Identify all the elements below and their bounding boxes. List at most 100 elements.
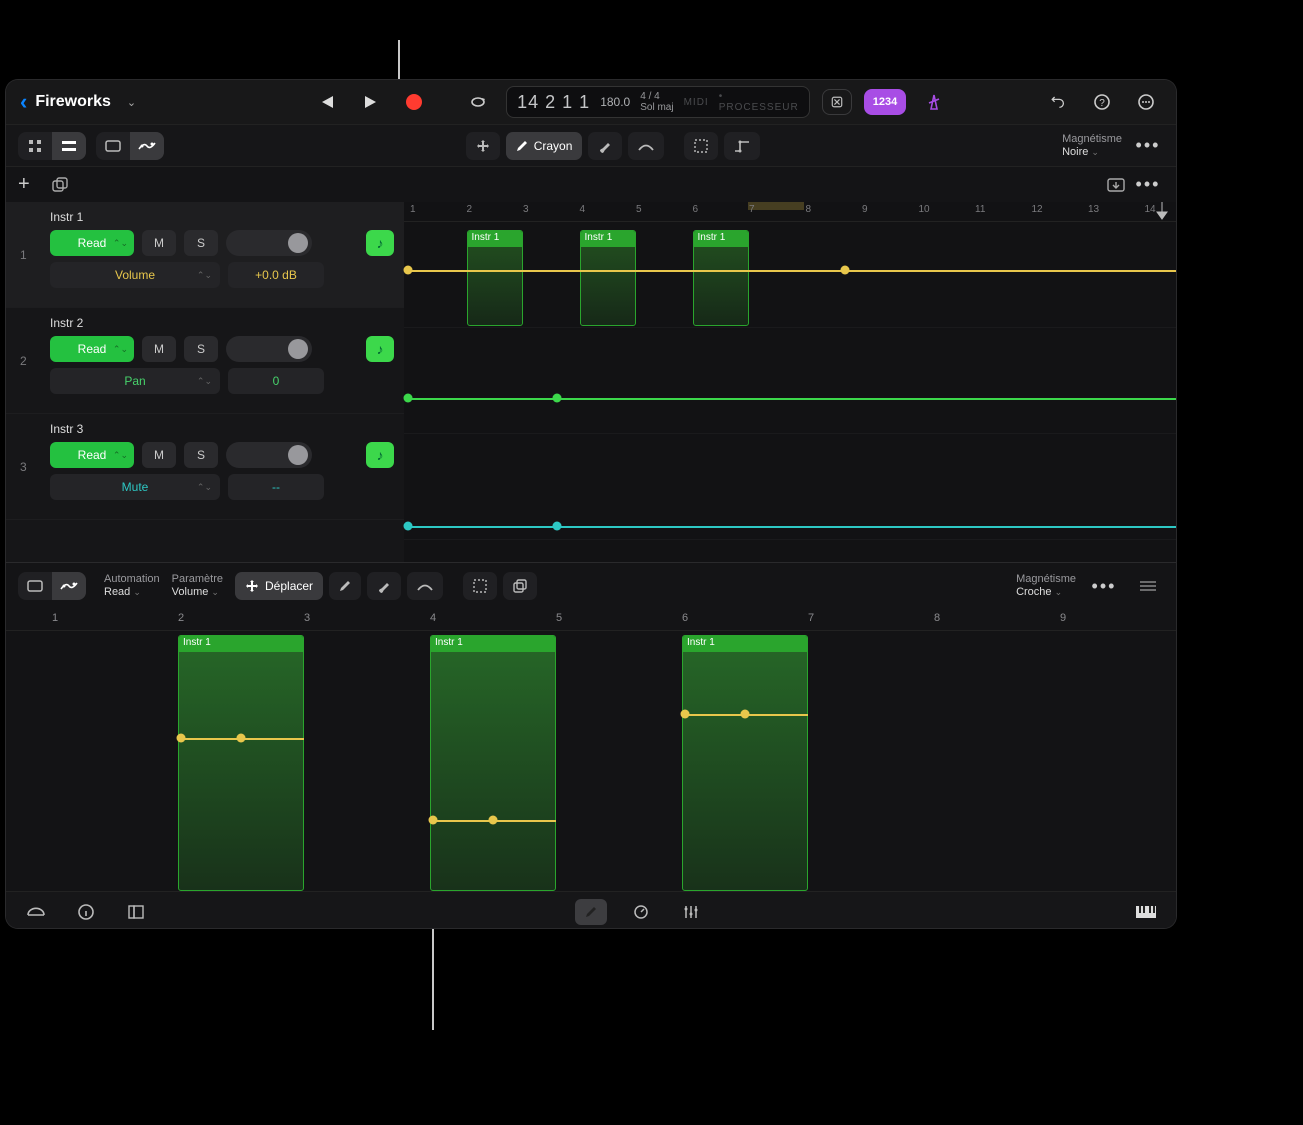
editor-param-select[interactable]: Paramètre Volume ⌄ [172, 573, 223, 599]
solo-button[interactable]: S [184, 336, 218, 362]
play-button[interactable] [354, 88, 386, 116]
move-tool[interactable] [466, 132, 500, 160]
editor-automation-select[interactable]: Automation Read ⌄ [104, 573, 160, 599]
editor-ruler[interactable]: 123456789 [6, 609, 1176, 631]
automation-mode-button[interactable]: Read⌃⌄ [50, 336, 134, 362]
editor-automation-point[interactable] [237, 734, 246, 743]
arrange-lane-2[interactable] [404, 328, 1176, 434]
project-menu-chevron-icon[interactable]: ⌄ [127, 96, 136, 109]
lcd-display[interactable]: 14 2 1 1 180.0 4 / 4 Sol maj MIDI •PROCE… [506, 86, 810, 118]
editor-curve-tool[interactable] [407, 572, 443, 600]
replace-button[interactable] [822, 89, 852, 115]
library-button[interactable] [120, 899, 152, 925]
automation-param-select[interactable]: Mute⌃⌄ [50, 474, 220, 500]
cycle-button[interactable] [462, 88, 494, 116]
automation-param-value[interactable]: -- [228, 474, 324, 500]
track-1[interactable]: 1 Instr 1 Read⌃⌄ M S Volume⌃⌄ +0.0 dB ♪ [6, 202, 404, 308]
automation-point[interactable] [404, 522, 413, 531]
keyboard-button[interactable] [1130, 899, 1162, 925]
editor-automation-point[interactable] [177, 734, 186, 743]
back-button[interactable]: ‹ [20, 89, 27, 115]
region-view-button[interactable] [96, 132, 130, 160]
instrument-icon[interactable]: ♪ [366, 230, 394, 256]
arrange-lanes[interactable]: Instr 1 Instr 1 Instr 1 [404, 222, 1176, 540]
region[interactable]: Instr 1 [580, 230, 637, 326]
region[interactable]: Instr 1 [693, 230, 750, 326]
import-button[interactable] [1100, 171, 1132, 199]
instrument-icon[interactable]: ♪ [366, 336, 394, 362]
volume-slider[interactable] [226, 442, 312, 468]
editor-menu-icon[interactable] [1132, 572, 1164, 600]
editor-automation-point[interactable] [741, 710, 750, 719]
automation-curve-tool[interactable] [724, 132, 760, 160]
info-button[interactable] [70, 899, 102, 925]
brush-tool[interactable] [588, 132, 622, 160]
editor-automation-point[interactable] [681, 710, 690, 719]
editor-snap[interactable]: Magnétisme Croche ⌄ [1016, 573, 1076, 599]
automation-line[interactable] [404, 526, 1176, 528]
automation-point[interactable] [552, 522, 561, 531]
track-3[interactable]: 3 Instr 3 Read⌃⌄ M S Mute⌃⌄ -- ♪ [6, 414, 404, 520]
region[interactable]: Instr 1 [467, 230, 524, 326]
pencil-footer-button[interactable] [575, 899, 607, 925]
automation-param-select[interactable]: Volume⌃⌄ [50, 262, 220, 288]
settings-button[interactable] [1130, 88, 1162, 116]
record-button[interactable] [398, 88, 430, 116]
automation-view-button[interactable] [130, 132, 164, 160]
more-button[interactable]: ••• [1132, 132, 1164, 160]
automation-param-select[interactable]: Pan⌃⌄ [50, 368, 220, 394]
go-to-start-button[interactable] [310, 88, 342, 116]
undo-button[interactable] [1042, 88, 1074, 116]
editor-brush-tool[interactable] [367, 572, 401, 600]
mute-button[interactable]: M [142, 230, 176, 256]
automation-mode-button[interactable]: Read⌃⌄ [50, 230, 134, 256]
loop-browser-button[interactable] [20, 899, 52, 925]
editor-pencil-tool[interactable] [329, 572, 361, 600]
editor-move-tool[interactable]: Déplacer [235, 572, 323, 600]
editor-automation-point[interactable] [429, 815, 438, 824]
track-name[interactable]: Instr 2 [50, 316, 394, 330]
automation-point[interactable] [404, 266, 413, 275]
end-marker[interactable] [1156, 202, 1168, 220]
arrange-lane-3[interactable] [404, 434, 1176, 540]
track-view-button[interactable] [52, 132, 86, 160]
automation-point[interactable] [841, 266, 850, 275]
editor-region-view[interactable] [18, 572, 52, 600]
duplicate-track-button[interactable] [44, 171, 76, 199]
automation-param-value[interactable]: 0 [228, 368, 324, 394]
automation-param-value[interactable]: +0.0 dB [228, 262, 324, 288]
editor-lane[interactable]: Instr 1Instr 1Instr 1 [6, 631, 1176, 891]
solo-button[interactable]: S [184, 230, 218, 256]
arrange-area[interactable]: 1234567891011121314 Instr 1Instr 1Instr … [404, 202, 1176, 562]
track-name[interactable]: Instr 1 [50, 210, 394, 224]
track-2[interactable]: 2 Instr 2 Read⌃⌄ M S Pan⌃⌄ 0 ♪ [6, 308, 404, 414]
automation-point[interactable] [552, 394, 561, 403]
instrument-icon[interactable]: ♪ [366, 442, 394, 468]
automation-mode-button[interactable]: Read⌃⌄ [50, 442, 134, 468]
mute-button[interactable]: M [142, 336, 176, 362]
grid-view-button[interactable] [18, 132, 52, 160]
arrange-ruler[interactable]: 1234567891011121314 [404, 202, 1176, 222]
mute-button[interactable]: M [142, 442, 176, 468]
marquee-tool[interactable] [684, 132, 718, 160]
editor-region[interactable]: Instr 1 [178, 635, 304, 891]
smart-controls-button[interactable] [625, 899, 657, 925]
volume-slider[interactable] [226, 230, 312, 256]
editor-automation-view[interactable] [52, 572, 86, 600]
automation-line[interactable] [404, 398, 1176, 400]
track-more-button[interactable]: ••• [1132, 171, 1164, 199]
volume-slider[interactable] [226, 336, 312, 362]
editor-copy-tool[interactable] [503, 572, 537, 600]
automation-point[interactable] [404, 394, 413, 403]
track-name[interactable]: Instr 3 [50, 422, 394, 436]
count-in-button[interactable]: 1234 [864, 89, 906, 115]
editor-more-button[interactable]: ••• [1088, 572, 1120, 600]
solo-button[interactable]: S [184, 442, 218, 468]
editor-region[interactable]: Instr 1 [430, 635, 556, 891]
project-title[interactable]: Fireworks [35, 93, 111, 111]
curve-tool[interactable] [628, 132, 664, 160]
mixer-button[interactable] [675, 899, 707, 925]
cycle-range[interactable] [748, 202, 804, 210]
automation-line[interactable] [404, 270, 1176, 272]
editor-automation-point[interactable] [489, 815, 498, 824]
